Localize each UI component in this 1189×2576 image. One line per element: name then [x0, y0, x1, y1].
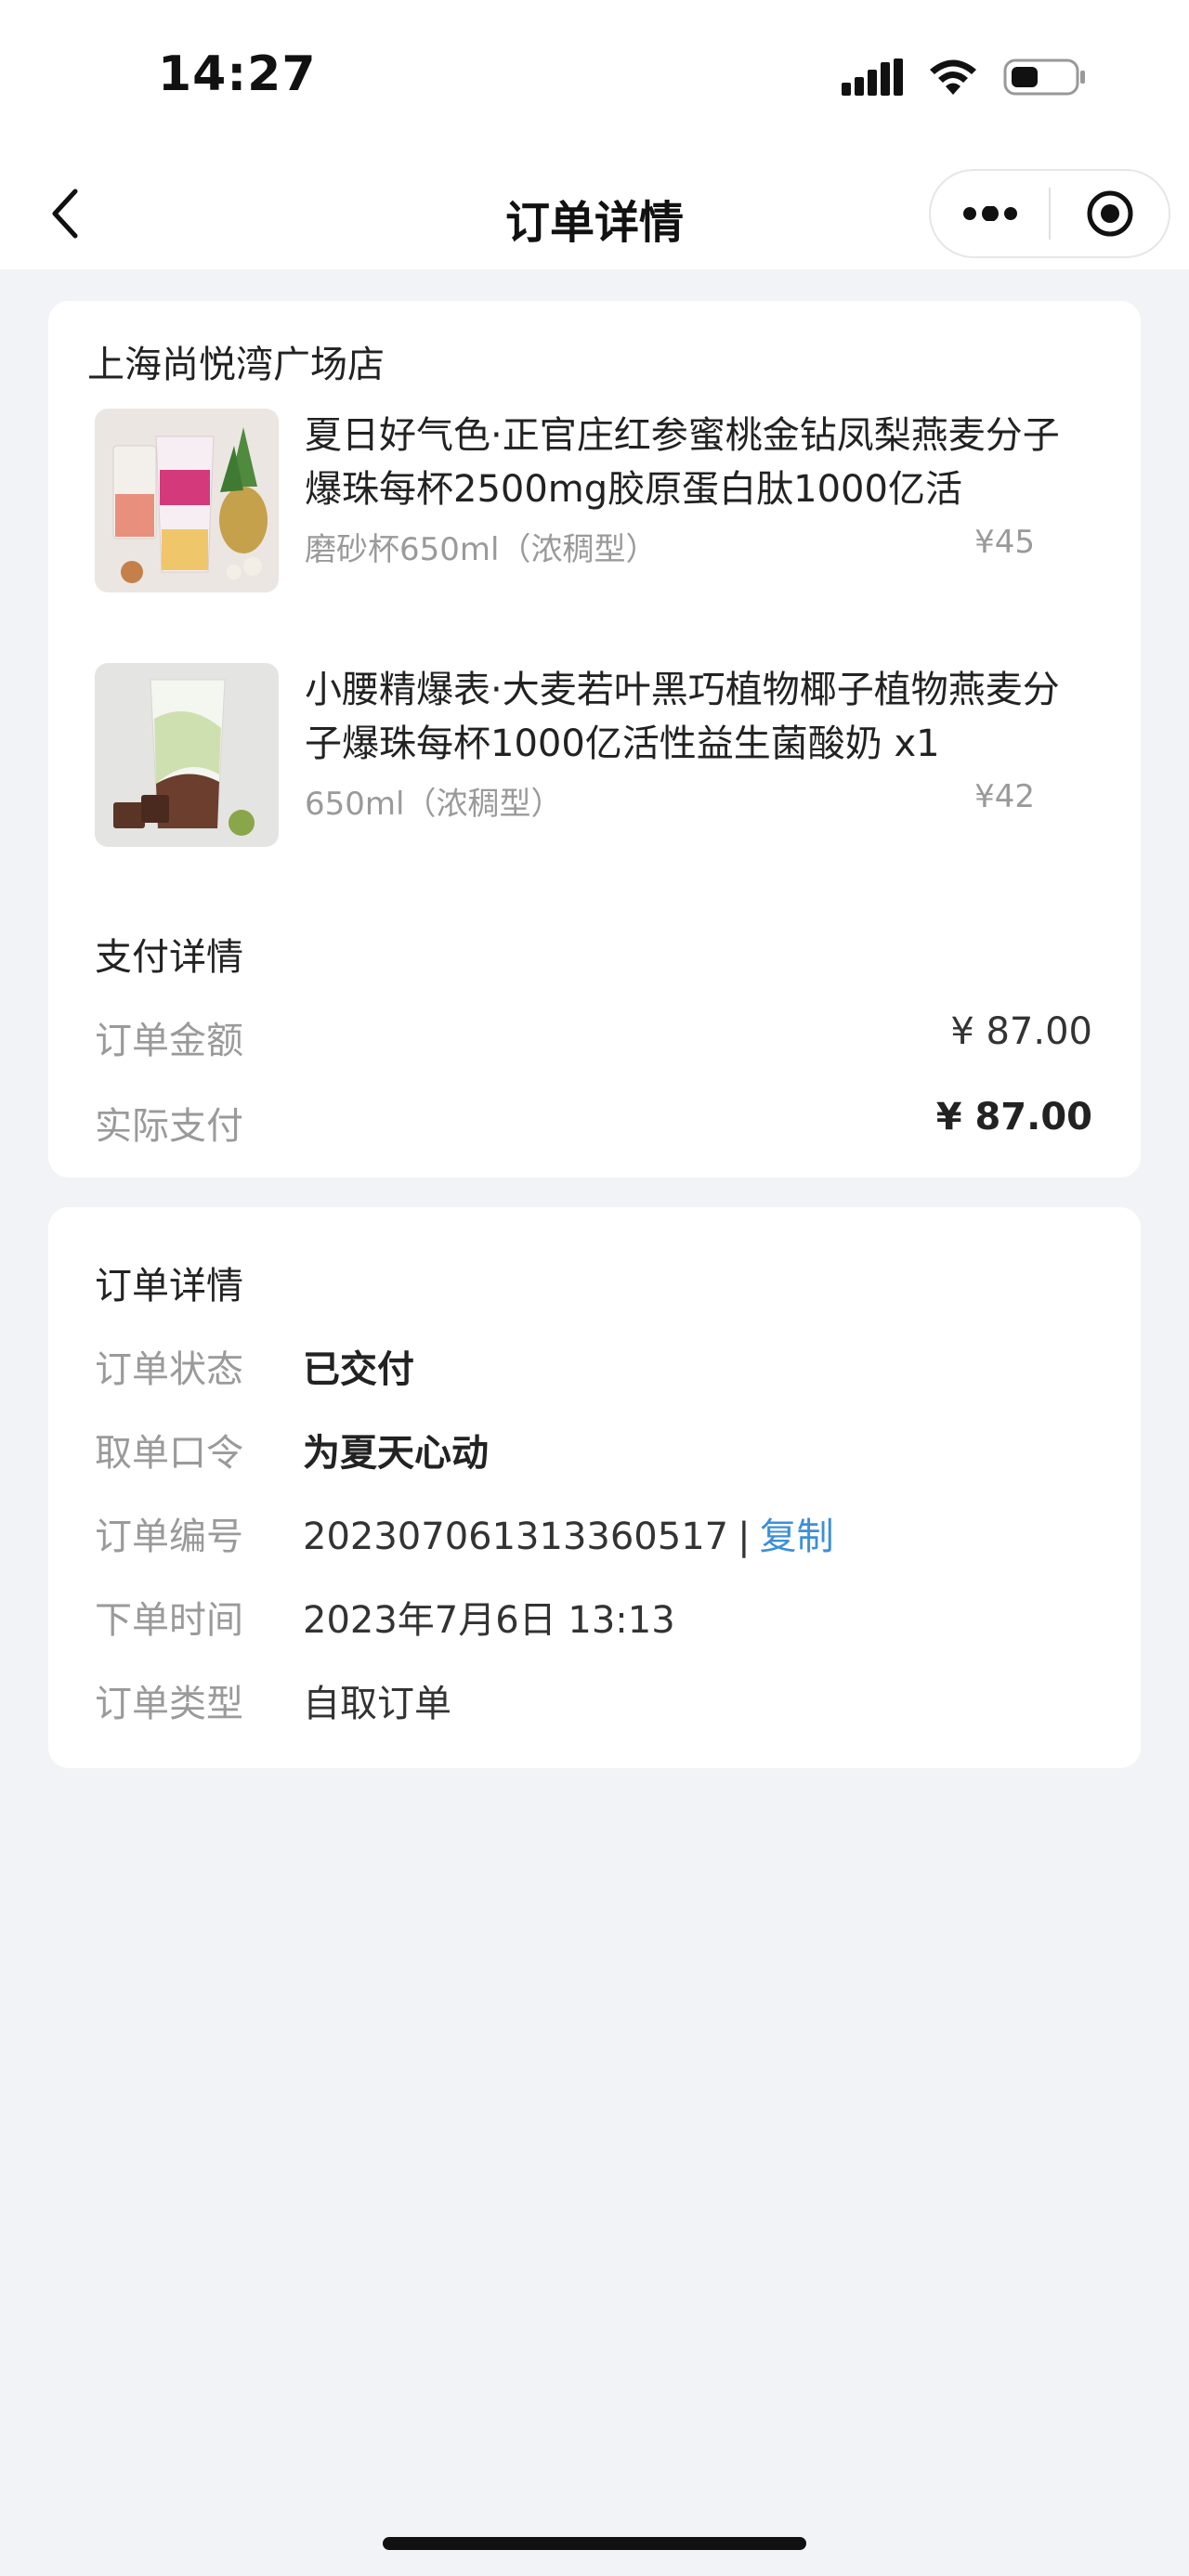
- more-button[interactable]: [931, 171, 1049, 256]
- order-number-label: 订单编号: [95, 1516, 243, 1558]
- actual-paid-value: ¥ 87.00: [935, 1096, 1092, 1138]
- close-button[interactable]: [1051, 171, 1169, 256]
- product-spec: 磨砂杯650ml（浓稠型）: [305, 531, 658, 568]
- product-name: 小腰精爆表·大麦若叶黑巧植物椰子植物燕麦分子爆珠每杯1000亿活性益生菌酸奶 x…: [305, 669, 1060, 765]
- actual-paid-label: 实际支付: [95, 1105, 243, 1148]
- home-indicator: [383, 2537, 806, 2550]
- order-items-card: 上海尚悦湾广场店 夏日好气色·正官庄红参蜜桃金钻凤梨燕麦分子爆珠每杯2500mg…: [48, 301, 1141, 1177]
- order-status-value: 已交付: [303, 1348, 414, 1391]
- order-details-card: 订单详情 订单状态 已交付 取单口令 为夏天心动 订单编号 2023070613…: [48, 1207, 1141, 1768]
- product-image: [95, 663, 279, 847]
- record-icon: [1087, 190, 1132, 237]
- order-status-label: 订单状态: [95, 1348, 243, 1391]
- mini-program-capsule: [929, 169, 1170, 258]
- copy-button[interactable]: 复制: [760, 1516, 834, 1558]
- order-number-value: 20230706131336051​7: [303, 1516, 729, 1558]
- product-price: ¥42: [974, 778, 1035, 815]
- wifi-icon: [927, 58, 979, 100]
- more-icon: [962, 206, 1017, 221]
- pickup-code-value: 为夏天心动: [303, 1432, 489, 1475]
- pickup-code-label: 取单口令: [95, 1432, 243, 1475]
- order-type-label: 订单类型: [95, 1683, 243, 1725]
- separator: |: [738, 1516, 751, 1558]
- order-amount-label: 订单金额: [95, 1020, 243, 1062]
- order-time-label: 下单时间: [95, 1599, 243, 1642]
- store-name: 上海尚悦湾广场店: [87, 344, 385, 386]
- product-spec: 650ml（浓稠型）: [305, 786, 563, 823]
- order-time-value: 2023年7月6日 13:13: [303, 1599, 675, 1642]
- nav-bar: 订单详情: [0, 158, 1189, 269]
- product-item[interactable]: 小腰精爆表·大麦若叶黑巧植物椰子植物燕麦分子爆珠每杯1000亿活性益生菌酸奶 x…: [95, 663, 1094, 849]
- product-image: [95, 409, 279, 592]
- order-type-value: 自取订单: [303, 1683, 451, 1725]
- order-amount-value: ¥ 87.00: [950, 1010, 1092, 1053]
- status-time: 14:27: [158, 46, 317, 102]
- status-bar: 14:27: [0, 0, 1189, 158]
- status-icons: [842, 56, 1087, 102]
- order-details-title: 订单详情: [95, 1265, 243, 1308]
- product-item[interactable]: 夏日好气色·正官庄红参蜜桃金钻凤梨燕麦分子爆珠每杯2500mg胶原蛋白肽1000…: [95, 409, 1094, 594]
- payment-section-title: 支付详情: [95, 936, 243, 979]
- product-price: ¥45: [974, 524, 1035, 561]
- battery-icon: [1003, 58, 1087, 100]
- order-number-row: 20230706131336051​7 | 复制: [303, 1506, 834, 1560]
- product-name: 夏日好气色·正官庄红参蜜桃金钻凤梨燕麦分子爆珠每杯2500mg胶原蛋白肽1000…: [305, 414, 1060, 511]
- signal-icon: [842, 59, 903, 99]
